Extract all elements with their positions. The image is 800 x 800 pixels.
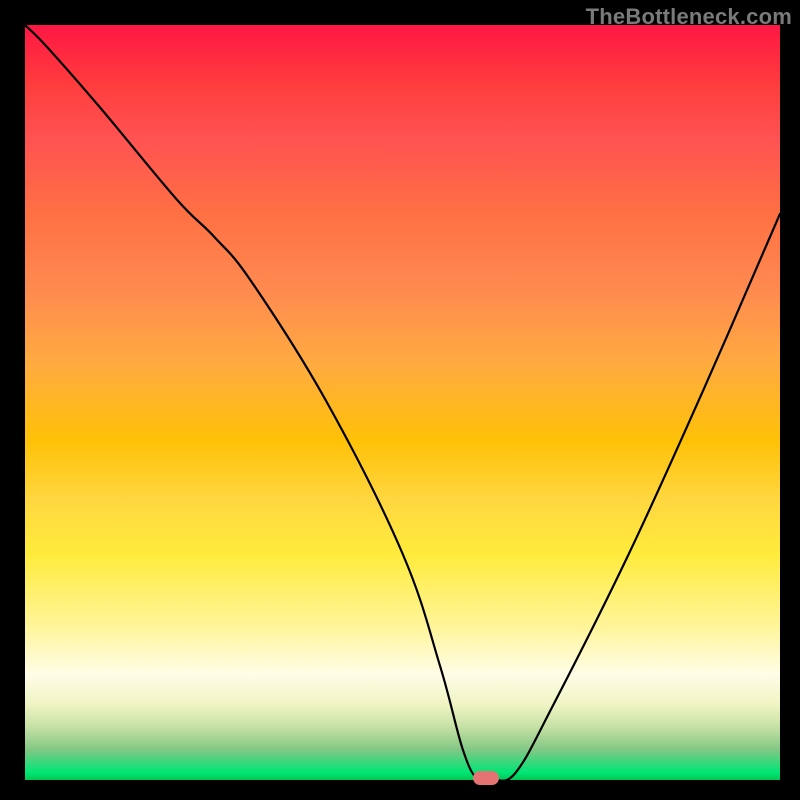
- curve-path: [25, 25, 780, 780]
- line-chart: [25, 25, 780, 780]
- watermark-text: TheBottleneck.com: [586, 4, 792, 30]
- optimal-marker: [473, 771, 499, 785]
- chart-container: TheBottleneck.com: [0, 0, 800, 800]
